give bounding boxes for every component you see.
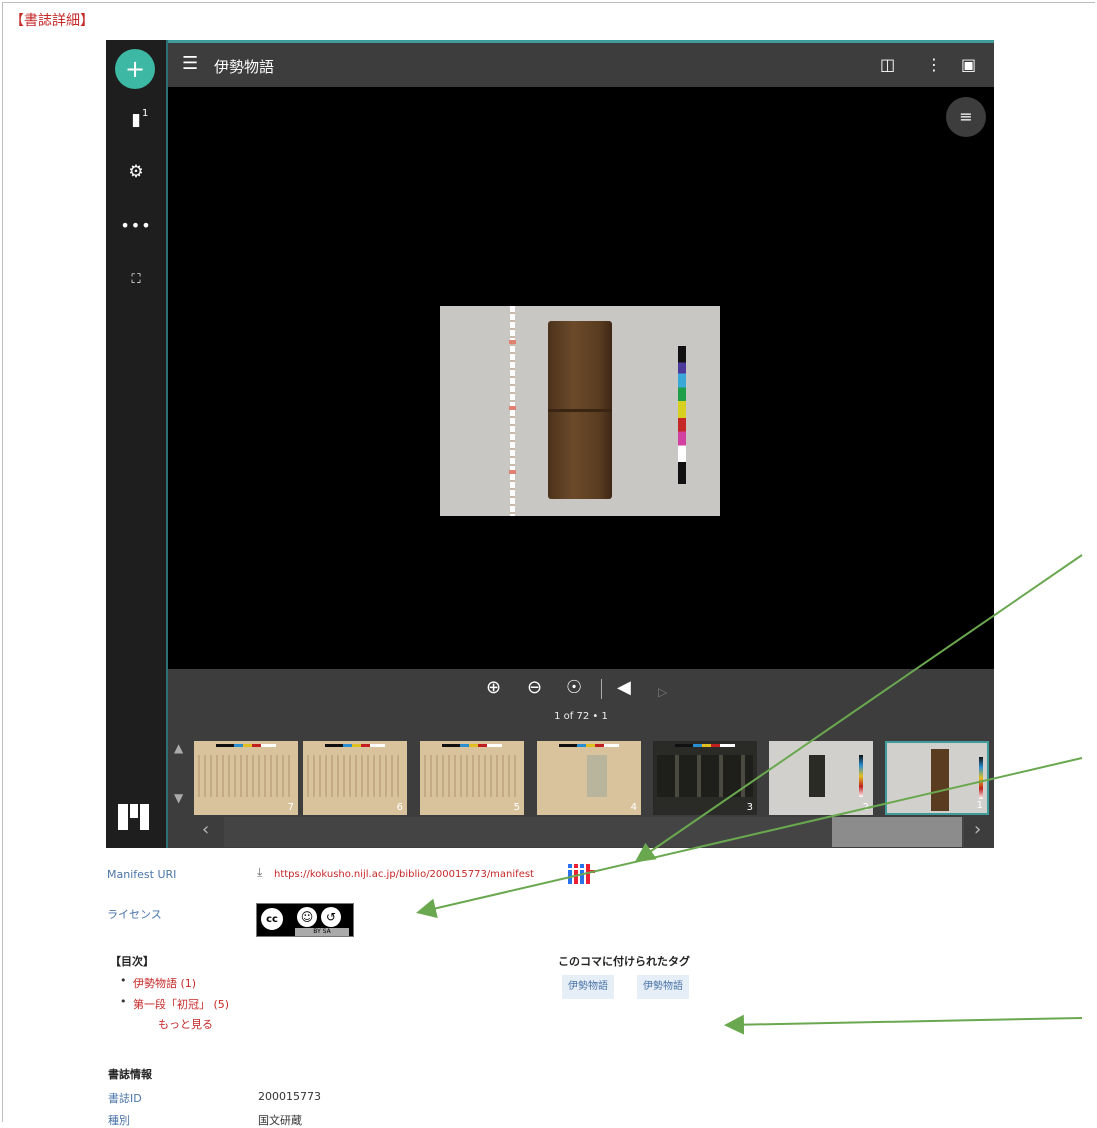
field-label: 書誌ID: [108, 1092, 142, 1105]
image-canvas[interactable]: ≡: [168, 87, 994, 669]
license-badge-text: BY SA: [295, 928, 349, 936]
hamburger-menu-icon[interactable]: ☰: [182, 54, 198, 74]
image-adjust-icon[interactable]: ≡: [946, 97, 986, 137]
thumbnail[interactable]: 2: [769, 741, 873, 815]
field-value: 200015773: [258, 1090, 321, 1103]
biblio-title: 書誌情報: [108, 1068, 152, 1081]
scroll-right-icon[interactable]: ›: [974, 819, 981, 840]
book-view-icon[interactable]: ◫: [880, 55, 895, 75]
reset-view-icon[interactable]: ☉: [566, 677, 582, 699]
tag-chip[interactable]: 伊勢物語: [637, 975, 689, 999]
horizontal-scrollbar[interactable]: ‹ ›: [168, 815, 994, 848]
toc-item[interactable]: 伊勢物語 (1): [133, 975, 196, 991]
next-page-icon[interactable]: ▷: [658, 681, 667, 703]
bookmark-icon[interactable]: ▮: [106, 110, 166, 130]
zoom-controls: ⊕ ⊖ ☉ ◀ ▷ 1 of 72 • 1: [168, 669, 994, 735]
download-icon[interactable]: ⤓: [257, 865, 262, 880]
manifest-label: Manifest URI: [107, 868, 177, 881]
divider: [601, 679, 602, 699]
window-topbar: ☰ 伊勢物語 ◫ ⋮ ▣: [168, 43, 994, 87]
cc-icon: cc: [261, 908, 283, 930]
scroll-left-icon[interactable]: ‹: [202, 819, 209, 840]
more-vertical-icon[interactable]: ⋮: [926, 55, 942, 75]
thumbnail-selected[interactable]: 1: [885, 741, 989, 815]
tag-chip[interactable]: 伊勢物語: [562, 975, 614, 999]
thumbnail[interactable]: 7: [194, 741, 298, 815]
gear-icon[interactable]: ⚙: [106, 162, 166, 182]
window-title: 伊勢物語: [214, 58, 275, 76]
by-attribution-icon: ☺: [297, 907, 317, 927]
thumbnail[interactable]: 4: [537, 741, 641, 815]
thumbnail[interactable]: 3: [653, 741, 757, 815]
page-indicator: 1 of 72 • 1: [554, 711, 608, 722]
field-value: 国文研蔵: [258, 1114, 302, 1127]
license-label: ライセンス: [107, 908, 162, 921]
more-horizontal-icon[interactable]: •••: [106, 216, 166, 235]
page-heading: 【書誌詳細】: [10, 13, 94, 29]
toc-title: 【目次】: [110, 955, 154, 968]
scrollbar-thumb[interactable]: [832, 817, 962, 847]
zoom-out-icon[interactable]: ⊖: [527, 677, 542, 699]
tags-title: このコマに付けられたタグ: [558, 955, 690, 968]
cc-license-badge[interactable]: cc ☺ ↺ BY SA: [256, 903, 354, 937]
toc-more-link[interactable]: もっと見る: [158, 1016, 213, 1032]
bookmark-count-badge: 1: [142, 108, 149, 119]
zoom-in-icon[interactable]: ⊕: [486, 677, 501, 699]
chevron-down-icon[interactable]: ▼: [174, 791, 183, 805]
workspace-sidebar: + ▮ 1 ⚙ ••• ⛶: [106, 40, 166, 848]
expand-icon[interactable]: ⛶: [106, 272, 166, 287]
iiif-logo-icon[interactable]: [568, 864, 596, 886]
toc-item[interactable]: 第一段「初冠」 (5): [133, 996, 229, 1012]
maximize-icon[interactable]: ▣: [961, 55, 976, 75]
previous-page-icon[interactable]: ◀: [617, 677, 631, 699]
manifest-link[interactable]: https://kokusho.nijl.ac.jp/biblio/200015…: [274, 869, 534, 880]
thumbnail-strip: ▲ ▼ 7 6 5 4 3 2 1: [168, 735, 994, 815]
plus-icon[interactable]: +: [115, 49, 155, 89]
thumbnail[interactable]: 6: [303, 741, 407, 815]
viewer-window: ☰ 伊勢物語 ◫ ⋮ ▣ ≡ ⊕ ⊖ ☉ ◀ ▷ 1 of 72 • 1 ▲ ▼…: [166, 40, 994, 848]
book-cover-image: [440, 306, 720, 516]
share-alike-icon: ↺: [321, 907, 341, 927]
chevron-up-icon[interactable]: ▲: [174, 741, 183, 755]
mirador-viewer: + ▮ 1 ⚙ ••• ⛶ ☰ 伊勢物語 ◫ ⋮ ▣ ≡ ⊕ ⊖ ☉ ◀ ▷ 1…: [106, 40, 994, 848]
field-label: 種別: [108, 1114, 130, 1127]
thumbnail[interactable]: 5: [420, 741, 524, 815]
